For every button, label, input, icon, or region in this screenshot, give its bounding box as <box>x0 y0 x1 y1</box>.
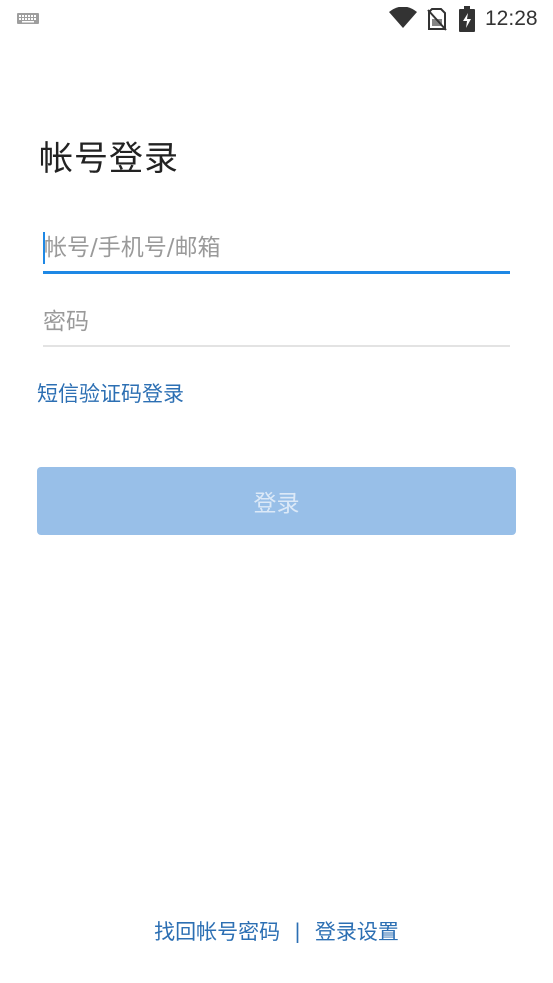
login-button[interactable]: 登录 <box>37 467 516 535</box>
login-settings-link[interactable]: 登录设置 <box>315 916 399 946</box>
text-cursor <box>43 232 45 264</box>
login-screen: 12:28 帐号登录 短信验证码登录 登录 找回帐号密码 | 登录设置 <box>0 0 553 983</box>
wifi-icon <box>389 7 417 28</box>
account-underline <box>43 271 510 274</box>
status-clock: 12:28 <box>485 7 538 30</box>
password-input[interactable] <box>43 302 510 342</box>
recover-account-link[interactable]: 找回帐号密码 <box>154 916 280 946</box>
footer-divider: | <box>294 919 301 943</box>
account-input[interactable] <box>43 228 510 268</box>
footer-links: 找回帐号密码 | 登录设置 <box>0 914 553 948</box>
account-field[interactable] <box>43 228 510 274</box>
password-field[interactable] <box>43 302 510 347</box>
keyboard-icon <box>17 13 39 24</box>
page-title: 帐号登录 <box>39 139 179 179</box>
no-sim-icon <box>427 8 447 31</box>
password-underline <box>43 345 510 347</box>
status-bar: 12:28 <box>0 0 553 38</box>
battery-charging-icon <box>459 6 475 32</box>
sms-login-link[interactable]: 短信验证码登录 <box>37 378 184 408</box>
